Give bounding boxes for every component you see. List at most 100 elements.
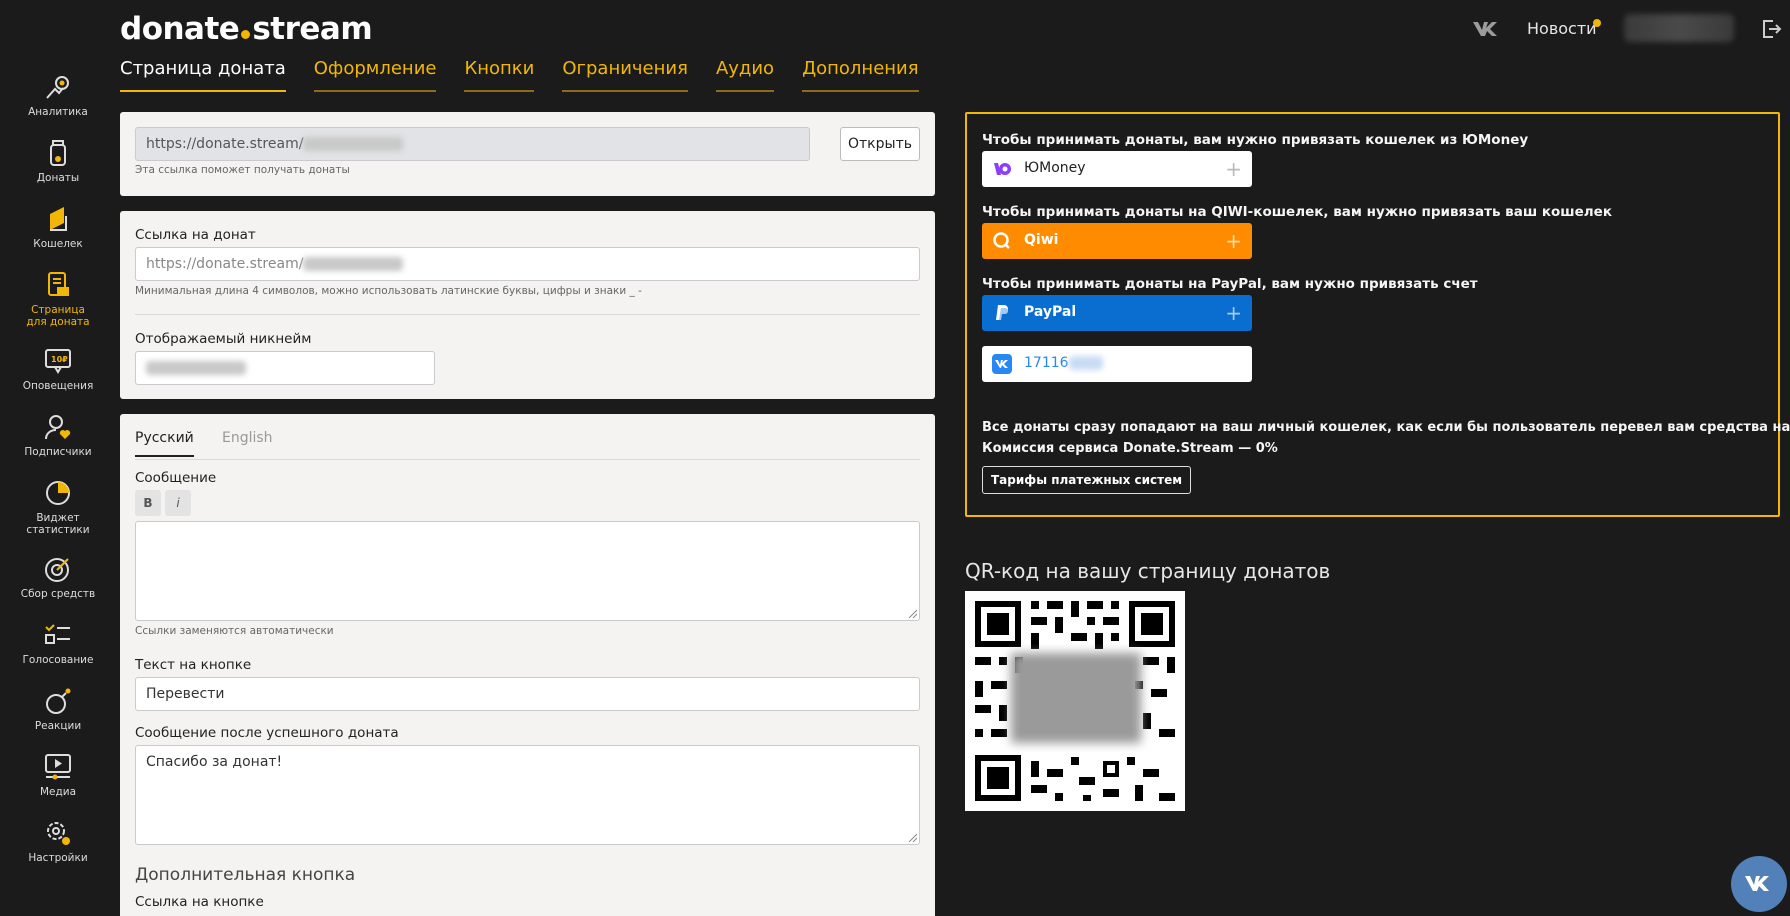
vk-id-value: 17116: [1024, 355, 1069, 371]
qiwi-connect-button[interactable]: Qiwi +: [982, 223, 1252, 259]
sidebar-item-reactions[interactable]: Реакции: [0, 686, 116, 732]
vk-chat-button[interactable]: [1731, 856, 1787, 912]
sidebar-label: Донаты: [36, 172, 80, 184]
message-hint: Ссылки заменяются автоматически: [135, 625, 334, 637]
sidebar-item-media[interactable]: Медиа: [0, 752, 116, 798]
tab-buttons[interactable]: Кнопки: [464, 58, 535, 92]
sidebar-item-alerts[interactable]: 10₽ Оповещения: [0, 346, 116, 392]
yoomoney-connect-button[interactable]: ЮMoney +: [982, 151, 1252, 187]
success-message-textarea[interactable]: Спасибо за донат!: [135, 745, 920, 845]
lang-tab-english[interactable]: English: [222, 430, 273, 455]
tab-addons[interactable]: Дополнения: [802, 58, 919, 92]
target-icon: [45, 558, 69, 582]
vk-icon: [992, 354, 1012, 374]
page-tabs: Страница доната Оформление Кнопки Ограни…: [120, 58, 919, 92]
link-settings-panel: Ссылка на донат https://donate.stream/ М…: [120, 211, 935, 399]
lang-tab-russian[interactable]: Русский: [135, 430, 194, 457]
paypal-icon: [996, 305, 1008, 320]
qr-code-image: [975, 601, 1175, 801]
media-player-icon: [45, 754, 71, 780]
extra-button-link-label: Ссылка на кнопке: [135, 894, 264, 910]
wallet-info-line2: Комиссия сервиса Donate.Stream — 0%: [982, 441, 1278, 456]
wallet-info-line1: Все донаты сразу попадают на ваш личный …: [982, 420, 1790, 435]
plus-icon: +: [1225, 229, 1242, 253]
sidebar-item-donations[interactable]: Донаты: [0, 138, 116, 184]
sidebar-label: Настройки: [28, 852, 88, 864]
button-text-input[interactable]: Перевести: [135, 677, 920, 711]
tab-limits[interactable]: Ограничения: [562, 58, 688, 92]
wallet-icon: [50, 207, 67, 231]
qiwi-name: Qiwi: [1024, 232, 1059, 248]
italic-button[interactable]: i: [165, 490, 191, 516]
sidebar-label: Кошелек: [33, 238, 83, 250]
public-url-field[interactable]: https://donate.stream/: [135, 127, 810, 161]
donate-link-placeholder: https://donate.stream/: [146, 256, 304, 272]
news-indicator: [1593, 19, 1601, 27]
nickname-input[interactable]: [135, 351, 435, 385]
sidebar-item-stats-widget[interactable]: Виджет статистики: [0, 478, 116, 536]
logo-text-left: donate: [120, 11, 240, 47]
tab-design[interactable]: Оформление: [313, 58, 437, 92]
sidebar-item-fundraising[interactable]: Сбор средств: [0, 554, 116, 600]
sidebar-item-voting[interactable]: Голосование: [0, 620, 116, 666]
jar-icon: [50, 140, 66, 166]
success-message-value: Спасибо за донат!: [146, 754, 283, 770]
sidebar-item-subscribers[interactable]: Подписчики: [0, 412, 116, 458]
open-button[interactable]: Открыть: [840, 127, 920, 161]
message-textarea[interactable]: [135, 521, 920, 621]
logout-icon[interactable]: [1760, 18, 1782, 40]
logo-text-right: stream: [252, 11, 373, 47]
public-url-hint: Эта ссылка поможет получать донаты: [135, 164, 350, 176]
sidebar-item-analytics[interactable]: Аналитика: [0, 72, 116, 118]
paypal-name: PayPal: [1024, 304, 1077, 320]
subscriber-icon: [45, 415, 71, 440]
sidebar-label: Подписчики: [24, 446, 92, 458]
sidebar-item-settings[interactable]: Настройки: [0, 818, 116, 864]
donate-link-label: Ссылка на донат: [135, 227, 256, 243]
donate-link-input[interactable]: https://donate.stream/: [135, 247, 920, 281]
alert-icon: 10₽: [45, 349, 71, 374]
sidebar-label: Медиа: [39, 786, 77, 798]
sidebar-label: Голосование: [22, 654, 94, 666]
language-tabs: Русский English: [135, 430, 920, 460]
sidebar-label: Виджет статистики: [26, 512, 90, 536]
divider: [135, 314, 920, 315]
logo[interactable]: donate stream: [120, 11, 373, 47]
public-link-panel: https://donate.stream/ Открыть Эта ссылк…: [120, 112, 935, 196]
vk-icon: [1745, 876, 1769, 891]
vk-account-button[interactable]: 17116: [982, 346, 1252, 382]
logo-dot: [241, 30, 251, 39]
plus-icon: +: [1225, 301, 1242, 325]
tab-audio[interactable]: Аудио: [715, 58, 775, 92]
paypal-prompt: Чтобы принимать донаты на PayPal, вам ну…: [982, 276, 1478, 292]
bold-button[interactable]: B: [135, 490, 161, 516]
public-url-prefix: https://donate.stream/: [146, 136, 304, 152]
public-url-blurred: [303, 137, 404, 151]
qr-code[interactable]: [965, 591, 1185, 811]
message-label: Сообщение: [135, 470, 217, 486]
sidebar-label: Сбор средств: [20, 588, 96, 600]
tab-donate-page[interactable]: Страница доната: [120, 58, 286, 92]
button-text-label: Текст на кнопке: [135, 657, 252, 673]
gear-icon: [47, 822, 70, 845]
sidebar-label: Реакции: [34, 720, 82, 732]
plus-icon: +: [1225, 157, 1242, 181]
resize-handle-icon[interactable]: [907, 832, 917, 842]
sidebar-item-donate-page[interactable]: Страница для доната: [0, 270, 116, 328]
sidebar-label: Страница для доната: [26, 304, 90, 328]
news-link[interactable]: Новости: [1527, 19, 1597, 38]
user-name-blurred[interactable]: [1624, 14, 1734, 42]
donate-link-hint: Минимальная длина 4 символов, можно испо…: [135, 285, 642, 297]
paypal-connect-button[interactable]: PayPal +: [982, 295, 1252, 331]
extra-button-title: Дополнительная кнопка: [135, 865, 356, 885]
sidebar-label: Аналитика: [28, 106, 88, 118]
checklist-icon: [45, 624, 70, 644]
sidebar-item-wallet[interactable]: Кошелек: [0, 204, 116, 250]
yoomoney-prompt: Чтобы принимать донаты, вам нужно привяз…: [982, 132, 1529, 148]
qiwi-prompt: Чтобы принимать донаты на QIWI-кошелек, …: [982, 204, 1613, 220]
resize-handle-icon[interactable]: [907, 608, 917, 618]
header: donate stream Новости: [0, 0, 1790, 58]
vk-id-blurred: [1068, 356, 1103, 370]
vk-icon[interactable]: [1472, 18, 1500, 40]
tariffs-button[interactable]: Тарифы платежных систем: [982, 466, 1192, 494]
